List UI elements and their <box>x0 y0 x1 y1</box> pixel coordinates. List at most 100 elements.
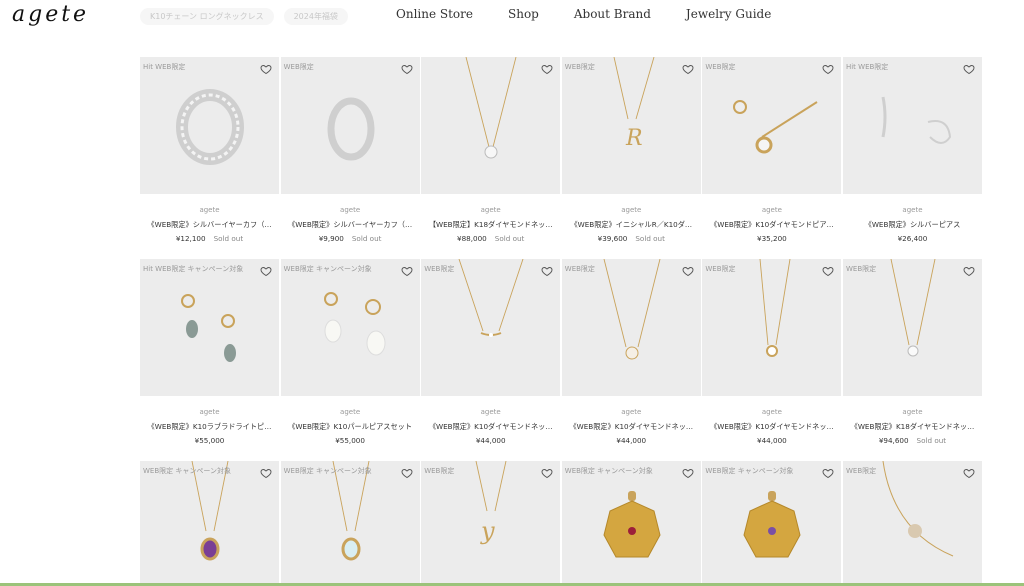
product-tag: WEB限定 <box>564 265 595 273</box>
product-tag: WEB限定 <box>283 63 314 71</box>
heart-icon[interactable] <box>963 467 975 479</box>
product-image[interactable] <box>421 57 561 194</box>
price-value: ¥39,600 <box>597 234 628 243</box>
heart-icon[interactable] <box>541 265 553 277</box>
heart-icon[interactable] <box>682 265 694 277</box>
heart-icon[interactable] <box>260 265 272 277</box>
product-brand: agete <box>340 206 361 214</box>
product-image[interactable]: WEB限定 キャンペーン対象 <box>140 461 279 586</box>
price-value: ¥44,000 <box>757 436 787 445</box>
heart-icon[interactable] <box>963 63 975 75</box>
heart-icon[interactable] <box>963 265 975 277</box>
product-image[interactable]: y WEB限定 <box>421 461 561 586</box>
product-brand: agete <box>199 408 220 416</box>
product-title[interactable]: 《WEB限定》K10ダイヤモンドネッ… <box>702 422 841 432</box>
product-title[interactable]: 《WEB限定》シルバーイヤーカフ（… <box>140 220 279 230</box>
nav-jewelry-guide[interactable]: Jewelry Guide <box>686 7 771 21</box>
sold-out-label: Sold out <box>635 234 665 243</box>
product-card[interactable]: WEB限定 キャンペーン対象 <box>280 461 420 586</box>
product-card[interactable]: y WEB限定 <box>421 461 561 586</box>
product-title[interactable]: 《WEB限定》K10ダイヤモンドピア… <box>702 220 841 230</box>
product-card[interactable]: WEB限定 agete 《WEB限定》K10ダイヤモンドネッ… ¥44,000 <box>421 259 561 457</box>
price-value: ¥55,000 <box>335 436 365 445</box>
product-title[interactable]: 《WEB限定》シルバーイヤーカフ（… <box>281 220 420 230</box>
nav-online-store[interactable]: Online Store <box>396 7 473 21</box>
price-value: ¥44,000 <box>616 436 647 445</box>
product-image[interactable]: Hit WEB限定 <box>140 57 279 194</box>
product-card[interactable]: Hit WEB限定 agete 《WEB限定》シルバーイヤーカフ（… ¥12,1… <box>140 57 279 255</box>
product-price: ¥44,000 <box>562 436 701 445</box>
heart-icon[interactable] <box>682 467 694 479</box>
product-card[interactable]: agete 【WEB限定】K18ダイヤモンドネッ… ¥88,000 Sold ou… <box>421 57 561 255</box>
product-image[interactable]: WEB限定 <box>842 259 982 396</box>
heart-icon[interactable] <box>541 467 553 479</box>
product-image[interactable]: Hit WEB限定 キャンペーン対象 <box>140 259 279 396</box>
product-card[interactable]: Hit WEB限定 キャンペーン対象 agete 《WEB限定》K10ラブラドラ… <box>140 259 279 457</box>
product-card[interactable]: WEB限定 キャンペーン対象 <box>561 461 701 586</box>
filter-chip[interactable]: 2024年福袋 <box>283 8 348 25</box>
heart-icon[interactable] <box>541 63 553 75</box>
product-image[interactable]: WEB限定 <box>842 461 982 586</box>
product-card[interactable]: WEB限定 agete 《WEB限定》K10ダイヤモンドネッ… ¥44,000 <box>702 259 842 457</box>
product-tag: WEB限定 キャンペーン対象 <box>143 467 232 475</box>
coin-pendant-ruby-icon <box>603 491 661 558</box>
product-image[interactable]: Hit WEB限定 <box>842 57 982 194</box>
product-image[interactable]: WEB限定 キャンペーン対象 <box>280 259 420 396</box>
filter-chip[interactable]: K10チェーン ロングネックレス <box>140 8 274 25</box>
product-brand: agete <box>902 206 923 214</box>
product-image[interactable]: WEB限定 <box>561 259 701 396</box>
product-title[interactable]: 《WEB限定》K10パールピアスセット <box>281 422 420 432</box>
product-title[interactable]: 《WEB限定》シルバーピアス <box>843 220 982 230</box>
product-price: ¥44,000 <box>702 436 841 445</box>
heart-icon[interactable] <box>822 63 834 75</box>
nav-shop[interactable]: Shop <box>508 7 539 21</box>
product-price: ¥12,100 Sold out <box>140 234 279 243</box>
product-title[interactable]: 《WEB限定》K10ダイヤモンドネッ… <box>421 422 560 432</box>
product-tag: WEB限定 <box>845 265 877 273</box>
product-card[interactable]: WEB限定 キャンペーン対象 agete 《WEB限定》K10パールピアスセット… <box>280 259 420 457</box>
product-card[interactable]: Hit WEB限定 agete 《WEB限定》シルバーピアス ¥26,400 <box>842 57 982 255</box>
heart-icon[interactable] <box>822 265 834 277</box>
product-card[interactable]: WEB限定 agete 《WEB限定》K10ダイヤモンドネッ… ¥44,000 <box>561 259 701 457</box>
product-image[interactable]: WEB限定 <box>702 57 842 194</box>
disc-bracelet-icon <box>882 461 954 557</box>
stud-earrings-icon <box>733 100 818 154</box>
pearl-earrings-icon <box>323 292 386 356</box>
heart-icon[interactable] <box>401 467 413 479</box>
brand-logo[interactable]: agete <box>12 2 89 27</box>
product-brand: agete <box>902 408 923 416</box>
product-card[interactable]: WEB限定 キャンペーン対象 <box>702 461 842 586</box>
product-title[interactable]: 《WEB限定》K10ラブラドライトピ… <box>140 422 279 432</box>
heart-icon[interactable] <box>822 467 834 479</box>
product-card[interactable]: WEB限定 agete 《WEB限定》K18ダイヤモンドネッ… ¥94,600 S… <box>842 259 982 457</box>
product-image[interactable]: WEB限定 キャンペーン対象 <box>561 461 701 586</box>
product-card[interactable]: WEB限定 agete 《WEB限定》K10ダイヤモンドピア… ¥35,200 <box>702 57 842 255</box>
product-image[interactable]: WEB限定 <box>421 259 561 396</box>
ear-cuff-slim-icon <box>327 97 375 161</box>
product-image[interactable]: WEB限定 キャンペーン対象 <box>280 461 420 586</box>
heart-icon[interactable] <box>401 63 413 75</box>
heart-icon[interactable] <box>682 63 694 75</box>
product-card[interactable]: WEB限定 agete 《WEB限定》シルバーイヤーカフ（… ¥9,900 Sol… <box>280 57 420 255</box>
product-card[interactable]: WEB限定 <box>842 461 982 586</box>
product-title[interactable]: 【WEB限定】K18ダイヤモンドネッ… <box>421 220 560 230</box>
initial-y-necklace-icon: y <box>475 461 507 545</box>
heart-icon[interactable] <box>260 467 272 479</box>
product-card[interactable]: WEB限定 キャンペーン対象 <box>140 461 279 586</box>
product-title[interactable]: 《WEB限定》K18ダイヤモンドネッ… <box>843 422 982 432</box>
product-tag: Hit WEB限定 キャンペーン対象 <box>143 265 244 273</box>
product-title[interactable]: 《WEB限定》K10ダイヤモンドネッ… <box>562 422 701 432</box>
product-tag: WEB限定 <box>424 265 455 273</box>
product-image[interactable]: WEB限定 <box>702 259 842 396</box>
svg-text:y: y <box>480 517 495 545</box>
product-image[interactable]: WEB限定 <box>280 57 420 194</box>
product-image[interactable]: WEB限定 キャンペーン対象 <box>702 461 842 586</box>
product-title[interactable]: 《WEB限定》イニシャルR／K10ダ… <box>562 220 701 230</box>
price-value: ¥44,000 <box>475 436 506 445</box>
product-brand: agete <box>480 408 501 416</box>
heart-icon[interactable] <box>260 63 272 75</box>
nav-about-brand[interactable]: About Brand <box>574 7 651 21</box>
heart-icon[interactable] <box>401 265 413 277</box>
product-image[interactable]: R WEB限定 <box>561 57 701 194</box>
product-card[interactable]: R WEB限定 agete 《WEB限定》イニシャルR／K10ダ… ¥39,60… <box>561 57 701 255</box>
